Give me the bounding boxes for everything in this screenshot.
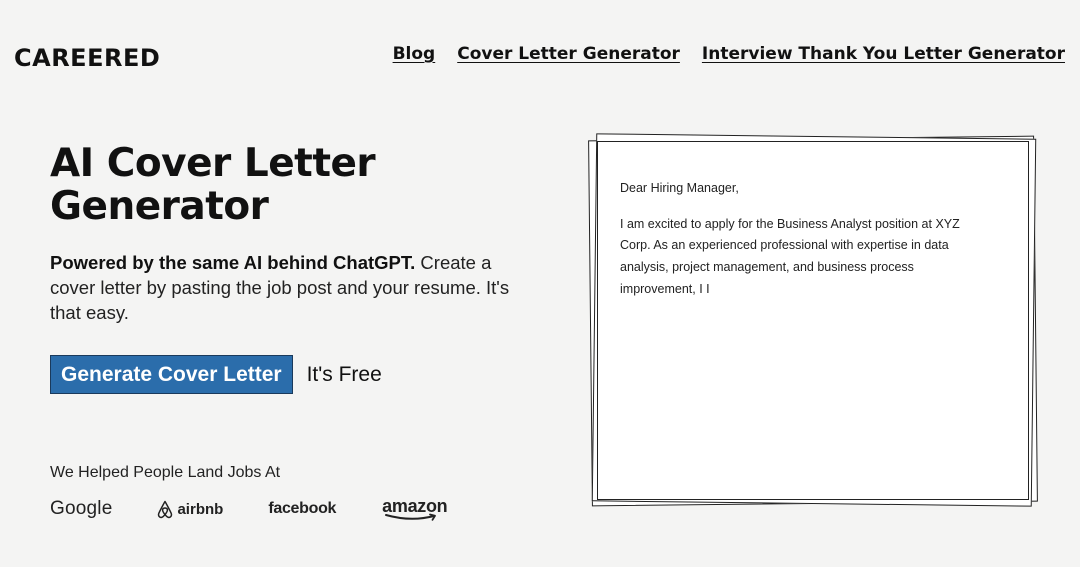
airbnb-icon (158, 500, 173, 518)
letter-body: I am excited to apply for the Business A… (620, 216, 960, 296)
letter-preview: Dear Hiring Manager, I am excited to app… (620, 178, 990, 315)
top-nav: Blog Cover Letter Generator Interview Th… (393, 44, 1065, 64)
google-logo: Google (50, 498, 113, 519)
social-proof-heading: We Helped People Land Jobs At (50, 464, 281, 481)
company-logos: Google airbnb facebook amazon (50, 494, 448, 524)
letter-greeting: Dear Hiring Manager, (620, 181, 739, 195)
hero-title: AI Cover Letter Generator (50, 141, 376, 229)
site-logo[interactable]: CAREERED (14, 44, 160, 72)
nav-link-blog[interactable]: Blog (393, 44, 436, 64)
airbnb-wordmark: airbnb (177, 500, 224, 518)
free-label: It's Free (306, 362, 382, 386)
facebook-logo: facebook (268, 500, 337, 517)
airbnb-logo: airbnb (156, 500, 223, 519)
hero-description-bold: Powered by the same AI behind ChatGPT. (50, 252, 416, 273)
hero-description: Powered by the same AI behind ChatGPT. C… (50, 250, 510, 325)
nav-link-thank-you-letter-generator[interactable]: Interview Thank You Letter Generator (702, 44, 1065, 64)
amazon-smile-icon (385, 513, 437, 521)
generate-cover-letter-button[interactable]: Generate Cover Letter (50, 355, 293, 394)
nav-link-cover-letter-generator[interactable]: Cover Letter Generator (457, 44, 680, 64)
amazon-logo: amazon (382, 496, 448, 521)
cta-row: Generate Cover Letter It's Free (50, 355, 382, 394)
